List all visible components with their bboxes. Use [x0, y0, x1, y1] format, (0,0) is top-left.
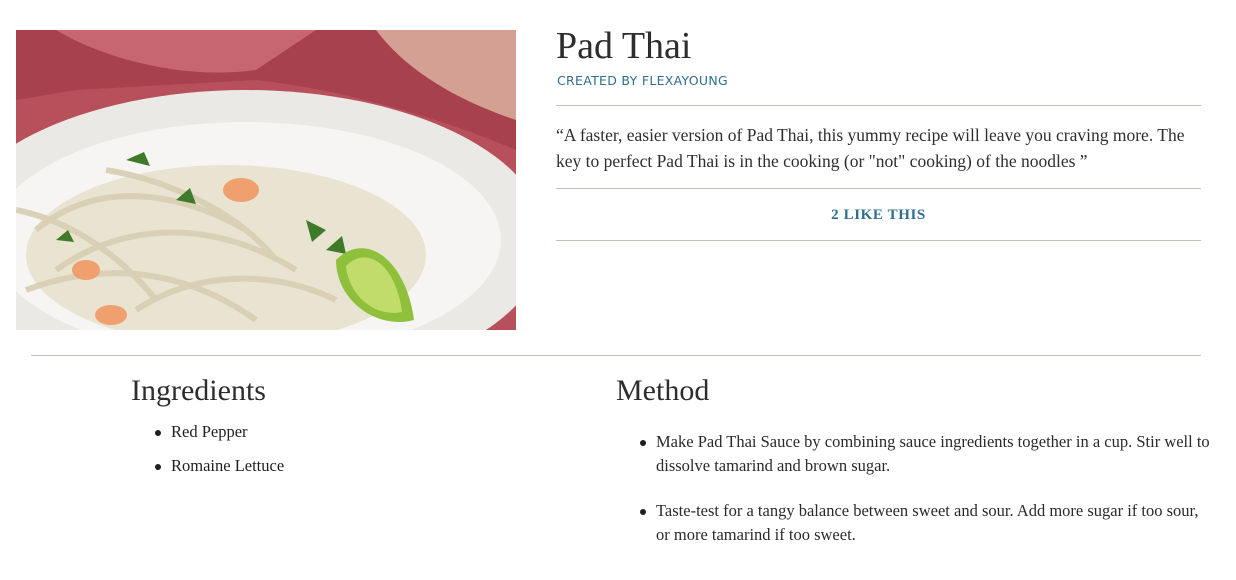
ingredient-item: Red Pepper: [155, 421, 284, 455]
ingredients-list: Red Pepper Romaine Lettuce: [155, 421, 284, 489]
divider: [556, 240, 1201, 241]
divider: [556, 105, 1201, 106]
method-step-text: Make Pad Thai Sauce by combining sauce i…: [656, 432, 1210, 475]
divider: [556, 188, 1201, 189]
recipe-photo: [16, 30, 516, 330]
bullet-icon: [155, 430, 161, 436]
likes-count-button[interactable]: 2 LIKE THIS: [556, 207, 1201, 224]
section-divider: [31, 355, 1201, 356]
ingredient-label: Romaine Lettuce: [171, 456, 285, 475]
bullet-icon: [640, 440, 646, 446]
method-steps-list: Make Pad Thai Sauce by combining sauce i…: [640, 430, 1210, 568]
ingredient-label: Red Pepper: [171, 422, 248, 441]
method-heading: Method: [616, 374, 710, 407]
recipe-title: Pad Thai: [556, 25, 692, 67]
bullet-icon: [155, 464, 161, 470]
ingredient-item: Romaine Lettuce: [155, 455, 284, 489]
method-step: Make Pad Thai Sauce by combining sauce i…: [640, 430, 1210, 478]
author-link[interactable]: CREATED BY FLEXAYOUNG: [557, 73, 728, 88]
ingredients-heading: Ingredients: [131, 374, 266, 407]
bullet-icon: [640, 509, 646, 515]
method-step: Taste-test for a tangy balance between s…: [640, 499, 1210, 547]
recipe-description: “A faster, easier version of Pad Thai, t…: [556, 125, 1185, 171]
method-step-text: Taste-test for a tangy balance between s…: [656, 501, 1199, 544]
